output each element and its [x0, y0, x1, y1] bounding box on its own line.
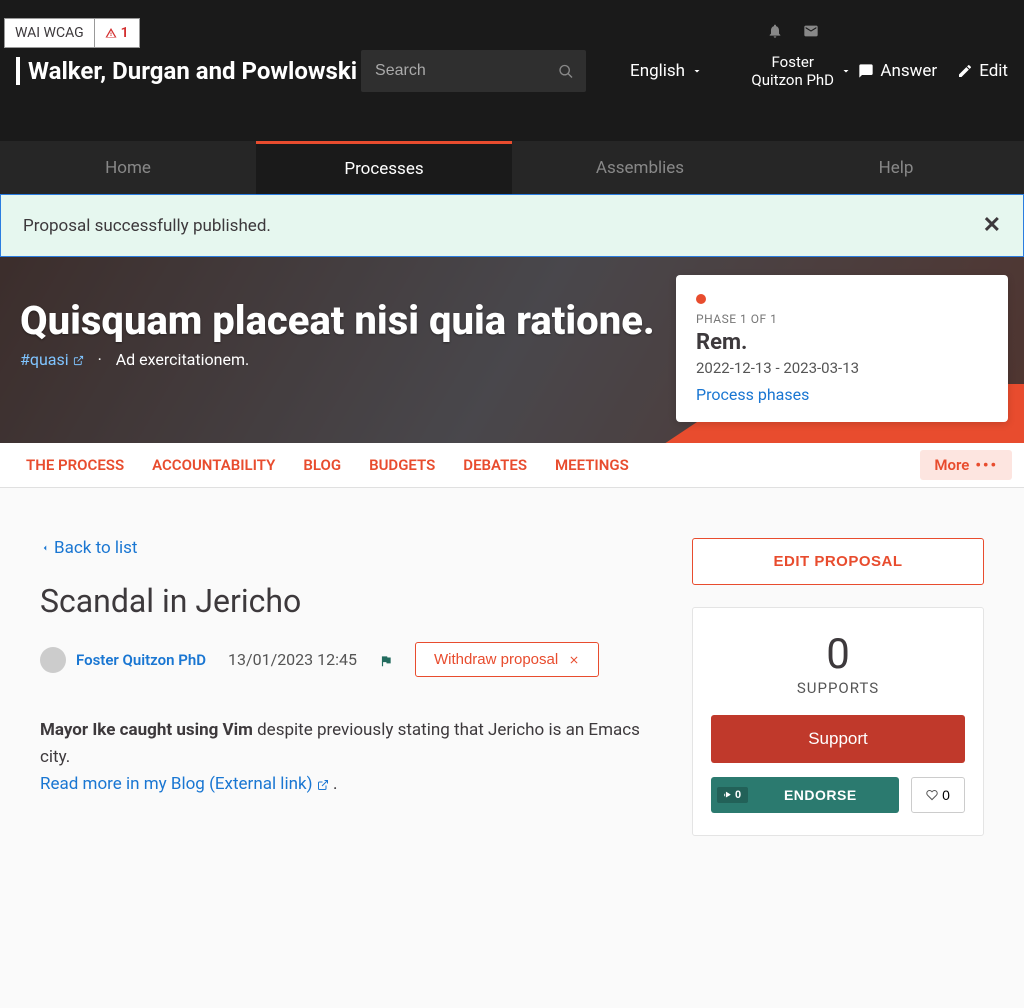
support-count: 0	[711, 630, 965, 679]
withdraw-button[interactable]: Withdraw proposal	[415, 642, 599, 677]
wcag-badge[interactable]: WAI WCAG 1	[4, 18, 140, 48]
secnav-process[interactable]: THE PROCESS	[12, 456, 138, 474]
hero: Quisquam placeat nisi quia ratione. #qua…	[0, 257, 1024, 443]
phase-status-dot	[696, 294, 706, 304]
endorse-row: 0 ENDORSE 0	[711, 777, 965, 813]
support-button[interactable]: Support	[711, 715, 965, 763]
phase-name: Rem.	[696, 330, 988, 355]
support-card: 0 SUPPORTS Support 0 ENDORSE 0	[692, 607, 984, 836]
chevron-down-icon	[840, 65, 852, 77]
phase-dates: 2022-12-13 - 2023-03-13	[696, 359, 988, 377]
header-actions: Answer Edit	[858, 61, 1008, 81]
support-label: SUPPORTS	[711, 679, 965, 697]
brand-title[interactable]: Walker, Durgan and Powlowski	[16, 57, 357, 85]
nav-help[interactable]: Help	[768, 141, 1024, 194]
success-banner: Proposal successfully published. ✕	[0, 194, 1024, 257]
proposal-date: 13/01/2023 12:45	[228, 650, 357, 669]
secnav-debates[interactable]: DEBATES	[449, 456, 541, 474]
pencil-icon	[957, 63, 973, 79]
external-link-icon	[73, 355, 84, 366]
chevron-down-icon	[691, 65, 703, 77]
flag-icon[interactable]	[379, 650, 393, 669]
content: Back to list Scandal in Jericho Foster Q…	[0, 488, 1024, 856]
close-icon	[568, 654, 580, 666]
side-column: EDIT PROPOSAL 0 SUPPORTS Support 0 ENDOR…	[692, 538, 984, 836]
secnav-accountability[interactable]: ACCOUNTABILITY	[138, 456, 289, 474]
language-selector[interactable]: English	[630, 61, 703, 81]
success-message: Proposal successfully published.	[23, 216, 271, 236]
proposal-title: Scandal in Jericho	[40, 582, 662, 620]
proposal-meta: Foster Quitzon PhD 13/01/2023 12:45 With…	[40, 642, 662, 677]
avatar	[40, 647, 66, 673]
phase-label: PHASE 1 OF 1	[696, 312, 988, 326]
answer-link[interactable]: Answer	[858, 61, 937, 81]
search-icon[interactable]	[558, 61, 574, 80]
secnav-budgets[interactable]: BUDGETS	[355, 456, 449, 474]
edit-link[interactable]: Edit	[957, 61, 1008, 81]
secondary-nav: THE PROCESS ACCOUNTABILITY BLOG BUDGETS …	[0, 443, 1024, 488]
edit-proposal-button[interactable]: EDIT PROPOSAL	[692, 538, 984, 585]
more-dots-icon: •••	[975, 456, 998, 474]
search-box	[361, 50, 586, 92]
secnav-meetings[interactable]: MEETINGS	[541, 456, 643, 474]
nav-assemblies[interactable]: Assemblies	[512, 141, 768, 194]
wcag-label: WAI WCAG	[5, 19, 95, 47]
megaphone-icon	[723, 790, 733, 800]
close-icon[interactable]: ✕	[983, 213, 1001, 238]
heart-icon	[926, 789, 938, 801]
process-subtitle: Ad exercitationem.	[116, 350, 249, 369]
main-column: Back to list Scandal in Jericho Foster Q…	[40, 538, 662, 799]
nav-home[interactable]: Home	[0, 141, 256, 194]
mail-icon[interactable]	[803, 23, 819, 39]
read-more-link[interactable]: Read more in my Blog (External link)	[40, 774, 333, 794]
phase-card: PHASE 1 OF 1 Rem. 2022-12-13 - 2023-03-1…	[676, 275, 1008, 422]
endorse-button[interactable]: 0 ENDORSE	[711, 777, 899, 813]
author-link[interactable]: Foster Quitzon PhD	[76, 651, 206, 669]
topbar: Walker, Durgan and Powlowski English Fos…	[0, 0, 1024, 141]
user-menu[interactable]: Foster Quitzon PhD	[751, 53, 834, 89]
proposal-body: Mayor Ike caught using Vim despite previ…	[40, 717, 662, 799]
like-button[interactable]: 0	[911, 777, 965, 813]
main-nav: Home Processes Assemblies Help	[0, 141, 1024, 194]
external-link-icon	[317, 779, 329, 791]
search-input[interactable]	[361, 50, 586, 92]
warning-icon	[105, 27, 117, 39]
nav-processes[interactable]: Processes	[256, 141, 512, 194]
chevron-left-icon	[40, 543, 50, 553]
wcag-count: 1	[95, 19, 139, 47]
back-link[interactable]: Back to list	[40, 538, 137, 558]
chat-icon	[858, 63, 874, 79]
process-phases-link[interactable]: Process phases	[696, 385, 809, 404]
secnav-blog[interactable]: BLOG	[289, 456, 355, 474]
body-strong: Mayor Ike caught using Vim	[40, 720, 253, 740]
bell-icon[interactable]	[767, 23, 783, 39]
secnav-more[interactable]: More •••	[920, 450, 1012, 480]
hashtag-link[interactable]: #quasi	[20, 350, 88, 369]
